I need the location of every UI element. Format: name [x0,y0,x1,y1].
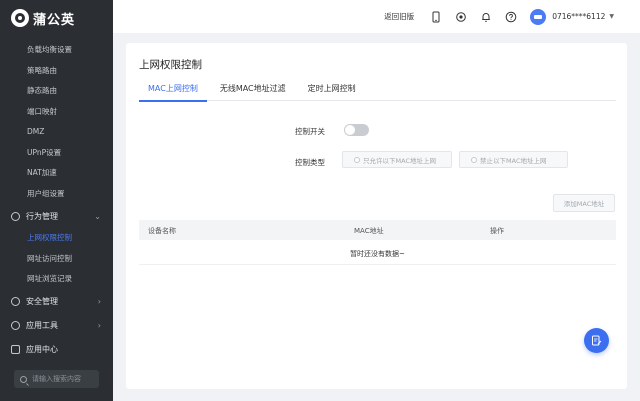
sidebar-group-label: 应用中心 [26,345,58,354]
chevron-down-icon: ⌄ [94,211,101,221]
sidebar-item-access-control[interactable]: 上网权限控制 [0,228,113,249]
sidebar-group-tools[interactable]: 应用工具 › [0,314,113,338]
brand-name: 蒲公英 [33,12,76,28]
control-switch-label: 控制开关 [295,127,325,136]
sidebar-group-label: 行为管理 [26,211,58,221]
column-actions: 操作 [490,227,504,235]
sidebar-group-app-center[interactable]: 应用中心 [0,338,113,362]
shield-icon [11,297,20,306]
table-body: 暂时还没有数据~ [139,240,616,265]
sidebar-item-upnp[interactable]: UPnP设置 [0,143,113,164]
sidebar-item-user-group[interactable]: 用户组设置 [0,184,113,205]
bell-icon[interactable] [480,11,492,23]
search-input[interactable] [32,375,92,383]
sidebar-item-dmz[interactable]: DMZ [0,122,113,143]
radio-label: 只允许以下MAC地址上网 [363,156,436,165]
radio-block-listed-mac[interactable]: 禁止以下MAC地址上网 [459,151,568,168]
empty-state-text: 暂时还没有数据~ [350,250,405,258]
sidebar-item-static-route[interactable]: 静态路由 [0,81,113,102]
sidebar-item-url-history[interactable]: 网址浏览记录 [0,269,113,290]
sidebar-search [14,370,99,388]
control-switch-toggle[interactable] [344,124,369,136]
radio-dot-icon [354,156,360,163]
tab-bar: MAC上网控制 无线MAC地址过滤 定时上网控制 [139,77,616,102]
column-mac-address: MAC地址 [354,227,384,235]
sidebar-item-load-balance[interactable]: 负载均衡设置 [0,40,113,61]
brand[interactable]: 蒲公英 [0,0,113,36]
sidebar-item-nat[interactable]: NAT加速 [0,163,113,184]
page-title: 上网权限控制 [139,59,202,71]
mobile-icon[interactable] [430,11,442,23]
sidebar-group-label: 应用工具 [26,321,58,330]
control-type-label: 控制类型 [295,158,325,167]
chevron-down-icon: ▼ [609,13,614,20]
user-menu[interactable]: 0716****6112 ▼ [530,8,614,25]
user-name: 0716****6112 [552,12,606,21]
behavior-icon [11,211,20,221]
tools-icon [11,321,20,330]
document-edit-icon [592,335,602,346]
sidebar-item-policy-route[interactable]: 策略路由 [0,61,113,82]
tab-wireless-mac-filter[interactable]: 无线MAC地址过滤 [211,77,295,101]
sidebar-nav: 负载均衡设置 策略路由 静态路由 端口映射 DMZ UPnP设置 NAT加速 用… [0,40,113,362]
topbar: 返回旧版 0716****6112 ▼ [113,0,640,33]
search-icon [20,375,27,383]
chevron-right-icon: › [97,321,101,330]
app-grid-icon [11,345,20,354]
add-mac-button[interactable]: 添加MAC地址 [553,194,615,212]
table-header: 设备名称 MAC地址 操作 [139,220,616,240]
main-card: 上网权限控制 MAC上网控制 无线MAC地址过滤 定时上网控制 控制开关 控制类… [126,43,627,389]
support-icon[interactable] [455,11,467,23]
sidebar-group-label: 安全管理 [26,297,58,306]
floating-action-button[interactable] [584,328,609,353]
tab-mac-control[interactable]: MAC上网控制 [139,77,207,102]
radio-label: 禁止以下MAC地址上网 [480,156,547,165]
sidebar-item-port-mapping[interactable]: 端口映射 [0,102,113,123]
help-icon[interactable] [505,11,517,23]
dandelion-logo-icon [11,9,29,27]
avatar [530,8,547,25]
chevron-right-icon: › [97,297,101,306]
return-old-version-link[interactable]: 返回旧版 [384,11,414,22]
tab-scheduled-control[interactable]: 定时上网控制 [299,77,365,101]
column-device-name: 设备名称 [148,227,176,235]
radio-allow-listed-mac[interactable]: 只允许以下MAC地址上网 [342,151,452,168]
sidebar-group-behavior[interactable]: 行为管理 ⌄ [0,204,113,228]
radio-dot-icon [471,156,477,163]
sidebar: 蒲公英 负载均衡设置 策略路由 静态路由 端口映射 DMZ UPnP设置 NAT… [0,0,113,401]
sidebar-group-security[interactable]: 安全管理 › [0,290,113,314]
sidebar-item-url-control[interactable]: 网址访问控制 [0,249,113,270]
